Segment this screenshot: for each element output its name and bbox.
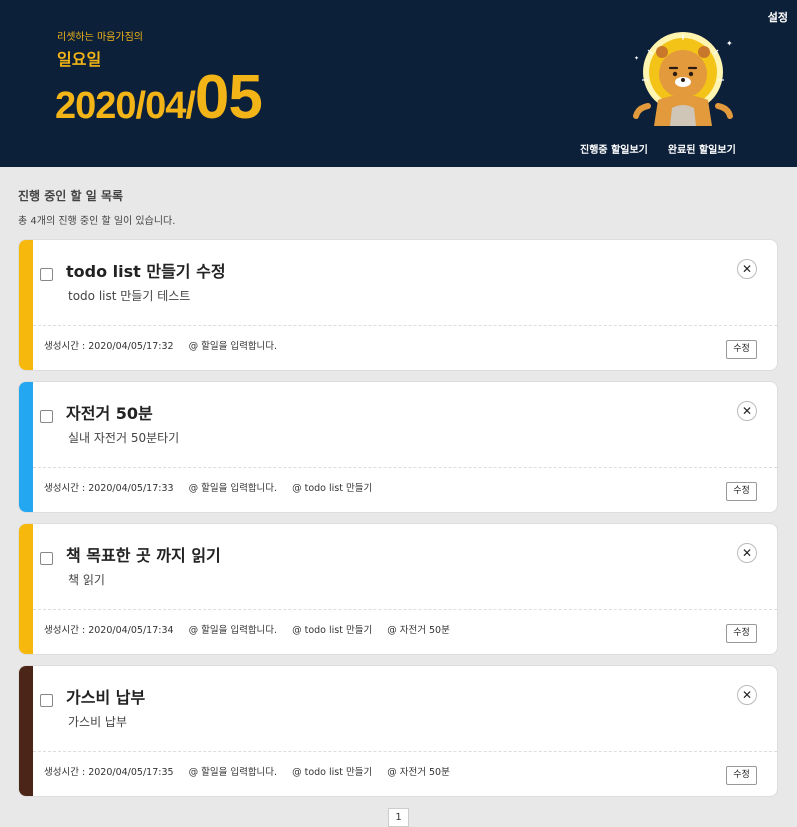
todo-reference: @ 할일을 입력합니다. — [188, 341, 278, 352]
todo-title: 책 목표한 곳 까지 읽기 — [66, 546, 221, 565]
todo-meta: 생성시간 : 2020/04/05/17:33 @ 할일을 입력합니다. @ t… — [44, 480, 384, 494]
section-summary: 총 4개의 진행 중인 할 일이 있습니다. — [18, 216, 176, 227]
divider — [33, 751, 777, 752]
settings-link[interactable]: 설정 — [768, 9, 788, 25]
divider — [33, 325, 777, 326]
todo-color-bar — [19, 240, 33, 370]
edit-todo-button[interactable]: 수정 — [726, 340, 757, 359]
todo-title: 자전거 50분 — [66, 404, 153, 423]
created-time: 생성시간 : 2020/04/05/17:35 — [44, 767, 174, 778]
delete-todo-button[interactable]: ✕ — [737, 259, 757, 279]
created-time: 생성시간 : 2020/04/05/17:34 — [44, 625, 174, 636]
todo-desc: todo list 만들기 테스트 — [68, 289, 191, 303]
header-nav: 진행중 할일보기 완료된 할일보기 — [580, 141, 736, 156]
divider — [33, 609, 777, 610]
delete-todo-button[interactable]: ✕ — [737, 685, 757, 705]
header: 설정 리셋하는 마음가짐의 일요일 2020/04/05 ✦ ✦ 진행중 할일보… — [0, 0, 797, 167]
todo-color-bar — [19, 524, 33, 654]
section-title: 진행 중인 할 일 목록 — [18, 189, 124, 203]
delete-todo-button[interactable]: ✕ — [737, 401, 757, 421]
todo-reference: @ 할일을 입력합니다. — [188, 625, 278, 636]
todo-reference: @ 자전거 50분 — [387, 767, 450, 778]
slogan: 리셋하는 마음가짐의 — [57, 32, 143, 43]
date-prefix: 2020/04/ — [55, 85, 196, 127]
page-button[interactable]: 1 — [388, 808, 409, 827]
lion-mascot-icon: ✦ ✦ — [633, 32, 733, 126]
delete-todo-button[interactable]: ✕ — [737, 543, 757, 563]
todo-color-bar — [19, 382, 33, 512]
todo-card: 가스비 납부 가스비 납부 ✕ 생성시간 : 2020/04/05/17:35 … — [18, 665, 778, 797]
todo-reference: @ todo list 만들기 — [292, 483, 373, 494]
date-day: 05 — [194, 63, 263, 132]
todo-card: 책 목표한 곳 까지 읽기 책 읽기 ✕ 생성시간 : 2020/04/05/1… — [18, 523, 778, 655]
todo-checkbox[interactable] — [40, 410, 53, 423]
edit-todo-button[interactable]: 수정 — [726, 624, 757, 643]
nav-completed[interactable]: 완료된 할일보기 — [668, 141, 736, 156]
divider — [33, 467, 777, 468]
created-time: 생성시간 : 2020/04/05/17:33 — [44, 483, 174, 494]
todo-checkbox[interactable] — [40, 694, 53, 707]
todo-reference: @ todo list 만들기 — [292, 767, 373, 778]
todo-reference: @ 할일을 입력합니다. — [188, 483, 278, 494]
todo-title: 가스비 납부 — [66, 688, 146, 707]
todo-checkbox[interactable] — [40, 268, 53, 281]
svg-text:✦: ✦ — [634, 55, 639, 62]
edit-todo-button[interactable]: 수정 — [726, 482, 757, 501]
nav-in-progress[interactable]: 진행중 할일보기 — [580, 141, 648, 156]
todo-meta: 생성시간 : 2020/04/05/17:35 @ 할일을 입력합니다. @ t… — [44, 764, 462, 778]
todo-checkbox[interactable] — [40, 552, 53, 565]
todo-desc: 실내 자전거 50분타기 — [68, 431, 180, 445]
todo-title: todo list 만들기 수정 — [66, 262, 226, 281]
todo-card: todo list 만들기 수정 todo list 만들기 테스트 ✕ 생성시… — [18, 239, 778, 371]
edit-todo-button[interactable]: 수정 — [726, 766, 757, 785]
todo-meta: 생성시간 : 2020/04/05/17:32 @ 할일을 입력합니다. — [44, 338, 289, 352]
todo-reference: @ 자전거 50분 — [387, 625, 450, 636]
todo-desc: 책 읽기 — [68, 573, 105, 587]
todo-reference: @ 할일을 입력합니다. — [188, 767, 278, 778]
todo-color-bar — [19, 666, 33, 796]
created-time: 생성시간 : 2020/04/05/17:32 — [44, 341, 174, 352]
date-display: 2020/04/05 — [55, 62, 263, 133]
todo-reference: @ todo list 만들기 — [292, 625, 373, 636]
todo-card: 자전거 50분 실내 자전거 50분타기 ✕ 생성시간 : 2020/04/05… — [18, 381, 778, 513]
todo-meta: 생성시간 : 2020/04/05/17:34 @ 할일을 입력합니다. @ t… — [44, 622, 462, 636]
todo-desc: 가스비 납부 — [68, 715, 128, 729]
svg-text:✦: ✦ — [726, 39, 733, 48]
